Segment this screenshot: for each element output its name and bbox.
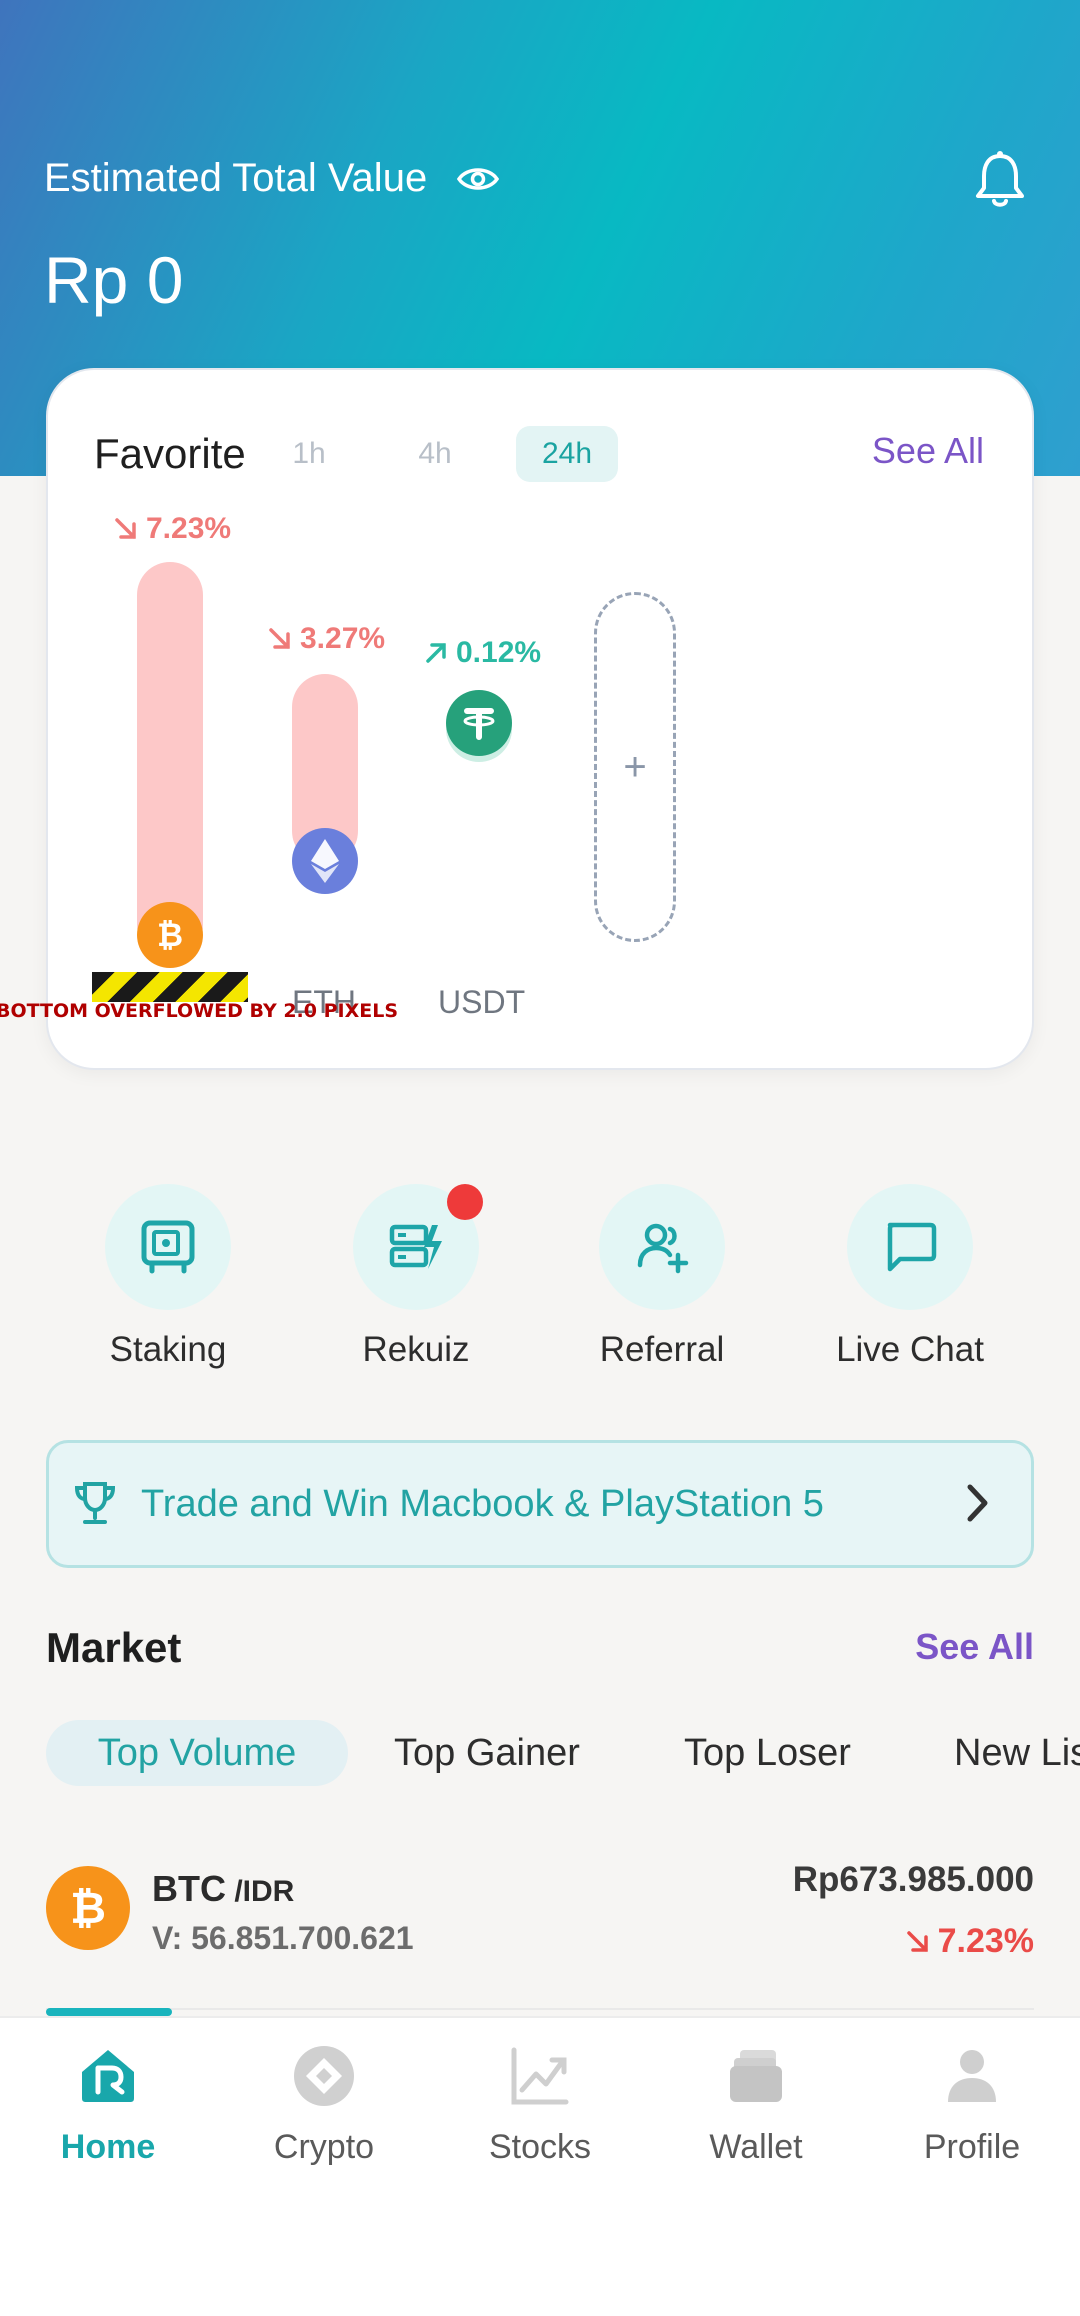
svg-text:₿: ₿ bbox=[70, 1883, 106, 1934]
trophy-icon bbox=[74, 1482, 116, 1524]
safe-icon bbox=[141, 1220, 195, 1274]
rekuiz-label: Rekuiz bbox=[362, 1330, 470, 1369]
nav-wallet-label: Wallet bbox=[709, 2128, 803, 2166]
nav-home[interactable]: Home bbox=[0, 2044, 216, 2167]
nav-crypto-label: Crypto bbox=[273, 2128, 375, 2166]
tab-top-loser[interactable]: Top Loser bbox=[684, 1720, 851, 1786]
bitcoin-icon: ₿ bbox=[137, 902, 203, 968]
btc-change-value: 7.23% bbox=[146, 512, 232, 545]
pair-quote: /IDR bbox=[226, 1875, 295, 1908]
tab-top-volume[interactable]: Top Volume bbox=[46, 1720, 348, 1786]
eth-change-value: 3.27% bbox=[300, 622, 386, 655]
btc-bar[interactable] bbox=[137, 562, 203, 958]
live-chat-button[interactable]: Live Chat bbox=[810, 1184, 1010, 1370]
tab-new-listing[interactable]: New Listing bbox=[954, 1720, 1080, 1786]
home-icon bbox=[76, 2044, 140, 2108]
bottom-navigation: Home Crypto Stocks Wallet Profile bbox=[0, 2016, 1080, 2316]
pair-name: BTC /IDR bbox=[152, 1868, 294, 1910]
referral-label: Referral bbox=[599, 1330, 725, 1369]
quiz-icon bbox=[389, 1224, 442, 1269]
add-user-icon bbox=[637, 1223, 689, 1274]
tether-icon bbox=[446, 690, 512, 756]
chevron-right-icon bbox=[967, 1484, 988, 1522]
nav-profile[interactable]: Profile bbox=[864, 2044, 1080, 2167]
eth-change: 3.27% bbox=[266, 622, 385, 656]
divider bbox=[46, 2008, 1034, 2010]
pair-price: Rp673.985.000 bbox=[792, 1860, 1034, 1899]
arrow-down-right-icon bbox=[115, 518, 136, 539]
favorite-title: Favorite bbox=[94, 430, 246, 477]
nav-stocks[interactable]: Stocks bbox=[432, 2044, 648, 2167]
ethereum-icon bbox=[292, 828, 358, 894]
overflow-warning-text: BOTTOM OVERFLOWED BY 2.0 PIXELS bbox=[0, 1000, 399, 1022]
pair-change-value: 7.23% bbox=[937, 1922, 1034, 1960]
chat-icon bbox=[887, 1222, 937, 1272]
pair-volume: V: 56.851.700.621 bbox=[152, 1920, 414, 1956]
scroll-indicator bbox=[46, 2008, 172, 2016]
usdt-change-value: 0.12% bbox=[456, 636, 542, 669]
promo-text: Trade and Win Macbook & PlayStation 5 bbox=[141, 1482, 824, 1525]
bell-icon[interactable] bbox=[972, 150, 1028, 215]
usdt-change: 0.12% bbox=[422, 636, 541, 670]
tab-top-gainer[interactable]: Top Gainer bbox=[394, 1720, 580, 1786]
total-value: Rp 0 bbox=[44, 243, 184, 317]
add-favorite-button[interactable]: + bbox=[594, 592, 676, 942]
nav-crypto[interactable]: Crypto bbox=[216, 2044, 432, 2167]
svg-text:₿: ₿ bbox=[157, 916, 183, 954]
plus-icon: + bbox=[623, 744, 647, 789]
nav-home-label: Home bbox=[60, 2128, 156, 2166]
favorite-see-all-link[interactable]: See All bbox=[872, 430, 984, 472]
arrow-down-right-icon bbox=[906, 1930, 928, 1952]
rekuiz-icon-circle bbox=[353, 1184, 483, 1310]
live-chat-label: Live Chat bbox=[836, 1330, 984, 1369]
overflow-warning-stripes bbox=[92, 972, 248, 1002]
eye-icon[interactable] bbox=[457, 164, 500, 194]
pair-change: 7.23% bbox=[904, 1922, 1034, 1961]
stocks-chart-icon bbox=[508, 2044, 572, 2108]
market-title: Market bbox=[46, 1624, 182, 1671]
nav-stocks-label: Stocks bbox=[488, 2128, 592, 2166]
wallet-icon bbox=[724, 2044, 788, 2108]
referral-icon-circle bbox=[599, 1184, 725, 1310]
staking-button[interactable]: Staking bbox=[68, 1184, 268, 1370]
bitcoin-icon: ₿ bbox=[46, 1866, 130, 1950]
timeframe-1h[interactable]: 1h bbox=[284, 426, 334, 482]
notification-badge bbox=[447, 1184, 483, 1220]
staking-label: Staking bbox=[109, 1330, 227, 1369]
live-chat-icon-circle bbox=[847, 1184, 973, 1310]
timeframe-4h[interactable]: 4h bbox=[410, 426, 460, 482]
estimated-total-value-row: Estimated Total Value bbox=[44, 156, 500, 201]
estimated-total-value-label: Estimated Total Value bbox=[44, 156, 428, 200]
pair-base: BTC bbox=[152, 1868, 226, 1909]
promo-banner[interactable]: Trade and Win Macbook & PlayStation 5 bbox=[46, 1440, 1034, 1568]
arrow-up-right-icon bbox=[426, 643, 446, 663]
timeframe-24h[interactable]: 24h bbox=[516, 426, 618, 482]
crypto-icon bbox=[292, 2044, 356, 2108]
favorite-card: Favorite 1h 4h 24h See All 7.23% ₿ 3.27%… bbox=[0, 368, 1034, 1070]
referral-button[interactable]: Referral bbox=[562, 1184, 762, 1370]
market-see-all-link[interactable]: See All bbox=[915, 1626, 1034, 1668]
arrow-down-right-icon bbox=[269, 628, 290, 649]
nav-profile-label: Profile bbox=[923, 2128, 1021, 2166]
usdt-symbol: USDT bbox=[438, 984, 526, 1020]
market-row-btc[interactable]: ₿ BTC /IDR V: 56.851.700.621 Rp673.985.0… bbox=[0, 1840, 1080, 2010]
rekuiz-button[interactable]: Rekuiz bbox=[316, 1184, 516, 1370]
profile-icon bbox=[940, 2044, 1004, 2108]
nav-wallet[interactable]: Wallet bbox=[648, 2044, 864, 2167]
staking-icon-circle bbox=[105, 1184, 231, 1310]
btc-change: 7.23% bbox=[112, 512, 231, 546]
